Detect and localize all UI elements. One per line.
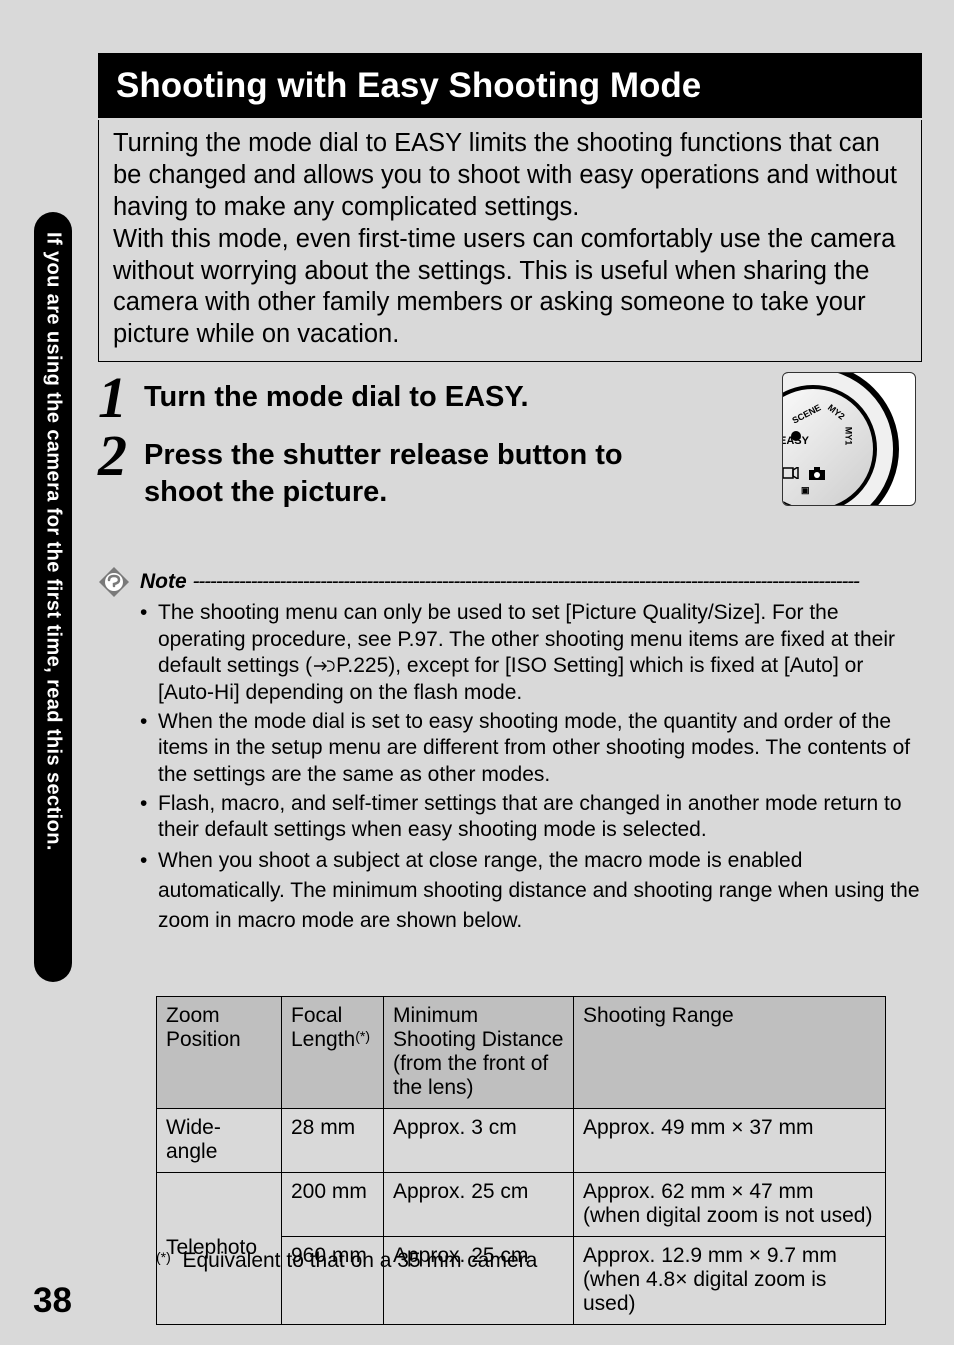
col-min-distance: Minimum Shooting Distance (from the fron… — [384, 997, 574, 1109]
bullet-icon: • — [140, 846, 158, 935]
bullet-text: Flash, macro, and self-timer settings th… — [158, 791, 922, 844]
section-title: Shooting with Easy Shooting Mode — [98, 53, 922, 118]
cell-zoom: Wide-angle — [157, 1109, 282, 1173]
cell-dist: Approx. 25 cm — [384, 1173, 574, 1237]
cell-dist: Approx. 3 cm — [384, 1109, 574, 1173]
intro-paragraph-2: With this mode, even first-time users ca… — [113, 225, 895, 349]
note-bullet: • When the mode dial is set to easy shoo… — [140, 709, 922, 789]
cell-range: Approx. 12.9 mm × 9.7 mm(when 4.8× digit… — [574, 1237, 886, 1325]
table-row: Telephoto 200 mm Approx. 25 cm Approx. 6… — [157, 1173, 886, 1237]
table-row: Wide-angle 28 mm Approx. 3 cm Approx. 49… — [157, 1109, 886, 1173]
dial-camera-icon — [809, 467, 825, 484]
step-text: Press the shutter release button to shoo… — [144, 430, 704, 511]
note-header: Note -----------------------------------… — [140, 570, 920, 594]
note-bullet: • The shooting menu can only be used to … — [140, 600, 922, 707]
note-label: Note — [140, 570, 187, 593]
footnote-sup: (*) — [156, 1249, 171, 1265]
sidebar-tab: If you are using the camera for the firs… — [34, 212, 72, 982]
col-focal-length: Focal Length(*) — [282, 997, 384, 1109]
footnote: (*) Equivalent to that on a 35 mm camera — [156, 1249, 537, 1273]
intro-paragraph-1: Turning the mode dial to EASY limits the… — [113, 129, 897, 221]
bullet-icon: • — [140, 600, 158, 707]
macro-spec-table: Zoom Position Focal Length(*) Minimum Sh… — [156, 996, 886, 1325]
note-icon — [98, 566, 130, 598]
hand-pointer-icon — [312, 659, 336, 673]
dial-my2-label: MY2 — [826, 402, 847, 421]
col-shooting-range: Shooting Range — [574, 997, 886, 1109]
note-bullet: • Flash, macro, and self-timer settings … — [140, 791, 922, 844]
step-number: 2 — [98, 430, 144, 482]
note-dashes: ----------------------------------------… — [193, 570, 859, 593]
bullet-icon: • — [140, 791, 158, 844]
col-zoom-position: Zoom Position — [157, 997, 282, 1109]
note-bullet: • When you shoot a subject at close rang… — [140, 846, 922, 935]
page-number: 38 — [33, 1281, 72, 1321]
cell-range: Approx. 62 mm × 47 mm(when digital zoom … — [574, 1173, 886, 1237]
bullet-text: When the mode dial is set to easy shooti… — [158, 709, 922, 789]
note-list: • The shooting menu can only be used to … — [140, 600, 922, 937]
dial-playback-icon: ▣ — [801, 485, 810, 496]
footnote-text: Equivalent to that on a 35 mm camera — [182, 1249, 537, 1272]
step-number: 1 — [98, 372, 144, 424]
dial-video-icon — [783, 467, 799, 482]
cell-range: Approx. 49 mm × 37 mm — [574, 1109, 886, 1173]
dial-indicator-dot — [791, 431, 801, 441]
step-text: Turn the mode dial to EASY. — [144, 372, 704, 416]
table-header-row: Zoom Position Focal Length(*) Minimum Sh… — [157, 997, 886, 1109]
mode-dial-illustration: EASY SCENE MY1 MY2 ▣ — [782, 372, 916, 506]
bullet-text: When you shoot a subject at close range,… — [158, 846, 922, 935]
cell-focal: 200 mm — [282, 1173, 384, 1237]
sidebar-text: If you are using the camera for the firs… — [34, 232, 72, 962]
dial-scene-label: SCENE — [790, 402, 822, 425]
cell-focal: 28 mm — [282, 1109, 384, 1173]
intro-box: Turning the mode dial to EASY limits the… — [98, 120, 922, 362]
bullet-icon: • — [140, 709, 158, 789]
bullet-text: The shooting menu can only be used to se… — [158, 600, 922, 707]
dial-my1-label: MY1 — [843, 427, 853, 446]
